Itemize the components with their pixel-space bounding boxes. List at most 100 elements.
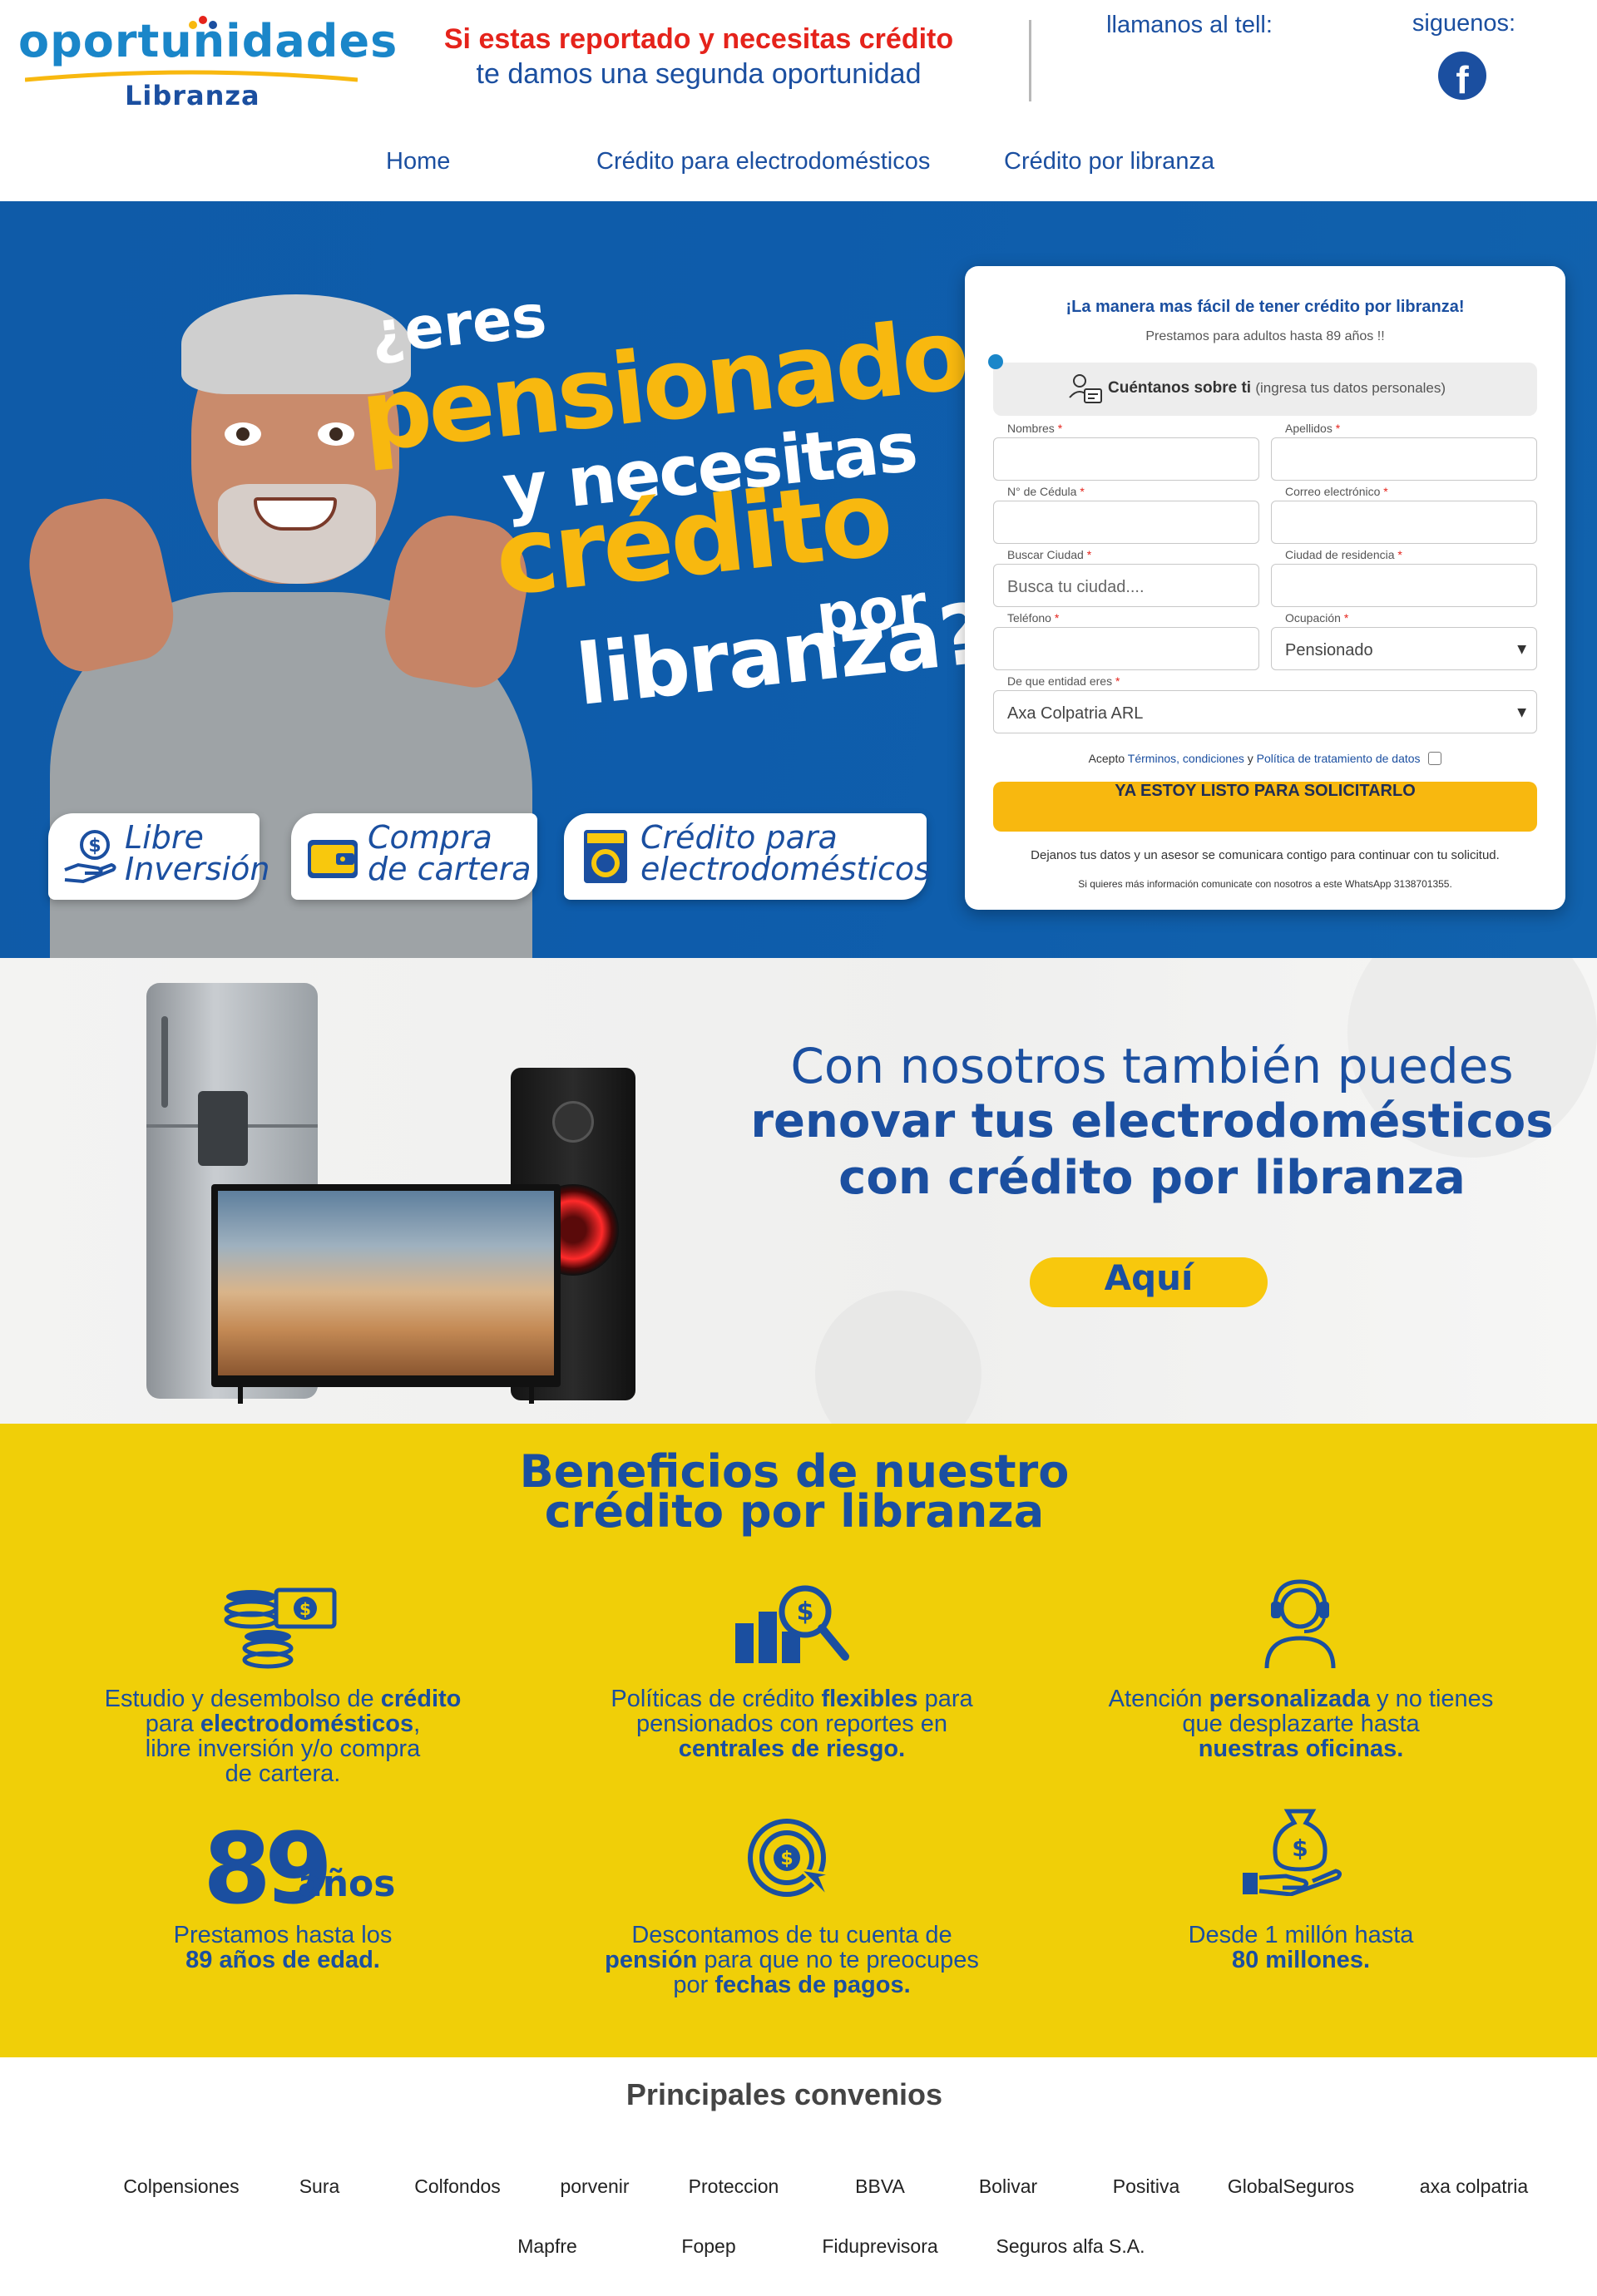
pill-line2: electrodomésticos — [640, 851, 931, 887]
wallet-icon — [308, 840, 358, 878]
id-card-user-icon — [1069, 374, 1102, 403]
convenio-item: Fiduprevisora — [822, 2235, 938, 2257]
nav-credito-electrodomesticos[interactable]: Crédito para electrodomésticos — [596, 148, 930, 175]
field-label: Correo electrónico — [1285, 485, 1381, 498]
benefit-text-atencion: Atención personalizada y no tienes que de… — [1068, 1686, 1534, 1761]
field-label: Buscar Ciudad — [1007, 548, 1084, 561]
city-search-input[interactable]: Buscar Ciudad * Busca tu ciudad.... — [993, 548, 1259, 607]
benefit-text-bold: fechas de pagos. — [714, 1972, 911, 1998]
svg-text:$: $ — [797, 1597, 814, 1627]
occupation-select[interactable]: Ocupación * Pensionado ▼ — [1271, 611, 1537, 670]
field-label: N° de Cédula — [1007, 485, 1077, 498]
convenio-item: Fopep — [681, 2235, 736, 2257]
form-title: ¡La manera mas fácil de tener crédito po… — [1065, 298, 1465, 316]
benefit-text-part: , — [413, 1711, 421, 1737]
nombres-field[interactable]: Nombres * — [993, 422, 1259, 481]
entity-value: Axa Colpatria ARL — [1007, 704, 1144, 723]
facebook-icon[interactable]: f — [1438, 52, 1486, 100]
apellidos-field[interactable]: Apellidos * — [1271, 422, 1537, 481]
tell-us-note: (ingresa tus datos personales) — [1255, 380, 1446, 396]
benefit-text-bold: pensión — [605, 1947, 698, 1973]
benefit-text-part: Descontamos de tu cuenta de — [631, 1922, 952, 1948]
aqui-button[interactable]: Aquí — [1030, 1257, 1268, 1307]
residence-city-field[interactable]: Ciudad de residencia * — [1271, 548, 1537, 607]
entity-select[interactable]: De que entidad eres * Axa Colpatria ARL … — [993, 674, 1537, 733]
convenios-title: Principales convenios — [625, 2077, 943, 2111]
pill-credito-electrodomesticos[interactable]: Crédito para electrodomésticos — [564, 813, 931, 900]
tagline-alert: Si estas reportado y necesitas crédito — [443, 23, 954, 55]
convenio-item: GlobalSeguros — [1227, 2175, 1355, 2197]
follow-label: siguenos: — [1412, 10, 1516, 37]
required-mark: * — [1054, 611, 1060, 625]
benefit-text-part: pensionados con reportes en — [635, 1711, 948, 1737]
email-field[interactable]: Correo electrónico * — [1271, 485, 1537, 544]
benefit-text-part: Políticas de crédito — [611, 1686, 822, 1712]
benefit-text-part: de cartera. — [225, 1760, 341, 1787]
credit-request-form: ¡La manera mas fácil de tener crédito po… — [965, 266, 1565, 910]
field-label: De que entidad eres — [1007, 674, 1113, 688]
svg-text:$: $ — [1292, 1834, 1308, 1862]
convenio-item: Sura — [299, 2175, 340, 2197]
convenio-item: Colfondos — [414, 2175, 501, 2197]
pill-line2: de cartera — [368, 851, 532, 887]
convenio-item: Proteccion — [688, 2175, 779, 2197]
form-note: Dejanos tus datos y un asesor se comunic… — [1031, 848, 1500, 862]
logo-wordmark: oportunidades — [18, 15, 398, 67]
terms-prefix: Acepto — [1088, 752, 1125, 765]
pill-compra-cartera[interactable]: Compra de cartera — [291, 813, 537, 900]
benefit-text-bold: centrales de riesgo. — [678, 1736, 906, 1762]
nav-credito-libranza[interactable]: Crédito por libranza — [1004, 148, 1214, 175]
benefit-text-bold: 80 millones. — [1231, 1947, 1370, 1973]
nav-home[interactable]: Home — [386, 148, 450, 175]
phone-field[interactable]: Teléfono * — [993, 611, 1259, 670]
svg-text:$: $ — [780, 1849, 793, 1869]
benefit-text-monto: Desde 1 millón hasta 80 millones. — [1068, 1923, 1534, 1973]
svg-text:$: $ — [88, 836, 101, 857]
convenio-item: Seguros alfa S.A. — [996, 2235, 1145, 2257]
benefit-text-descuento: Descontamos de tu cuenta de pensión para … — [559, 1923, 1025, 1997]
benefit-text-part: para — [145, 1711, 200, 1737]
benefit-text-part: que desplazarte hasta — [1182, 1711, 1420, 1737]
coins-money-icon: $ — [224, 1587, 337, 1669]
required-mark: * — [1115, 674, 1120, 688]
convenio-item: axa colpatria — [1419, 2175, 1529, 2197]
benefit-text-part: para — [917, 1686, 973, 1712]
pill-line2: Inversión — [125, 851, 270, 887]
field-label: Ocupación — [1285, 611, 1341, 625]
required-mark: * — [1343, 611, 1349, 625]
privacy-policy-link[interactable]: Política de tratamiento de datos — [1257, 752, 1421, 765]
step-indicator — [988, 354, 1003, 369]
benefit-text-bold: crédito — [380, 1686, 462, 1712]
form-subtitle: Prestamos para adultos hasta 89 años !! — [1145, 329, 1385, 343]
benefit-text-part: y no tienes — [1370, 1686, 1494, 1712]
call-label: llamanos al tell: — [1106, 12, 1273, 38]
hand-coin-icon: $ — [64, 830, 116, 884]
logo-subtitle: Libranza — [125, 80, 260, 111]
required-mark: * — [1397, 548, 1402, 561]
benefit-text-part: por — [673, 1972, 715, 1998]
field-label: Ciudad de residencia — [1285, 548, 1395, 561]
pill-libre-inversion[interactable]: $ Libre Inversión — [48, 813, 269, 900]
benefit-text-bold: flexibles — [821, 1686, 918, 1712]
terms-and: y — [1247, 752, 1253, 765]
field-label: Apellidos — [1285, 422, 1332, 435]
benefits-title-line2: crédito por libranza — [544, 1485, 1045, 1538]
promo-line2: renovar tus electrodomésticos — [750, 1094, 1554, 1148]
benefits-section: Beneficios de nuestro crédito por libran… — [0, 1424, 1597, 2057]
field-label: Teléfono — [1007, 611, 1051, 625]
benefit-text-part: Prestamos hasta los — [173, 1922, 393, 1948]
benefit-text-bold: personalizada — [1209, 1686, 1370, 1712]
required-mark: * — [1057, 422, 1063, 435]
money-bag-hand-icon: $ — [1243, 1809, 1342, 1896]
accept-terms-checkbox[interactable] — [1428, 752, 1442, 765]
benefit-text-part: libre inversión y/o compra — [145, 1736, 421, 1762]
cedula-field[interactable]: N° de Cédula * — [993, 485, 1259, 544]
benefit-text-part: Atención — [1108, 1686, 1209, 1712]
promo-line3: con crédito por libranza — [838, 1151, 1466, 1205]
benefit-text-part: Estudio y desembolso de — [104, 1686, 381, 1712]
dropdown-arrow-icon: ▼ — [1517, 706, 1526, 719]
submit-button[interactable]: YA ESTOY LISTO PARA SOLICITARLO — [993, 782, 1537, 832]
city-search-placeholder: Busca tu ciudad.... — [1007, 578, 1145, 596]
convenio-item: Colpensiones — [123, 2175, 240, 2197]
terms-link[interactable]: Términos, condiciones — [1128, 752, 1244, 765]
